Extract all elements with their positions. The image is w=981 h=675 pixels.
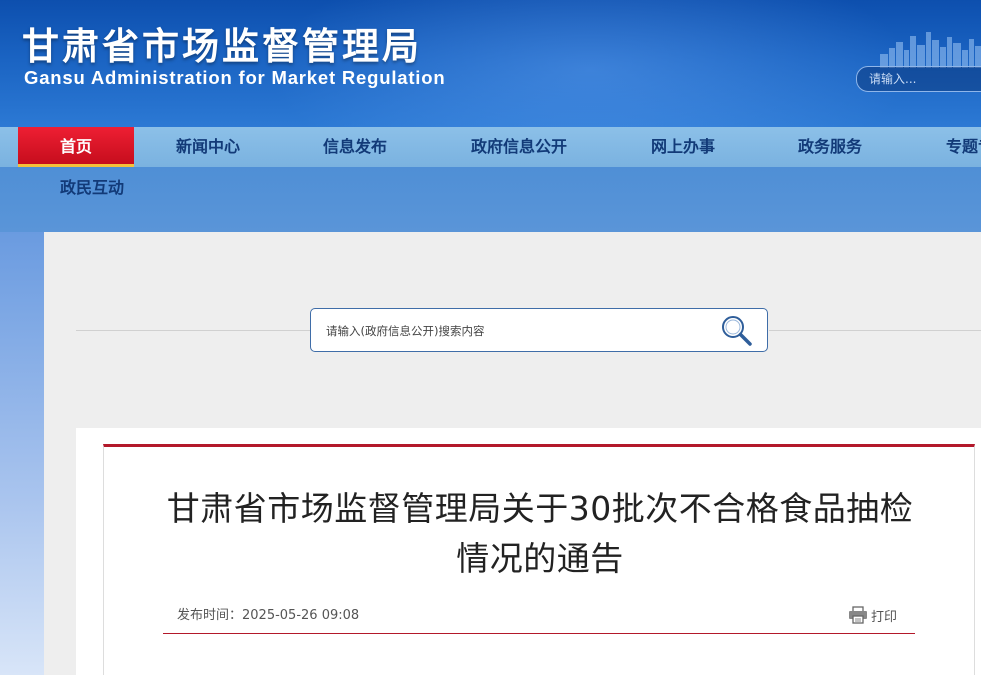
article-title: 甘肃省市场监督管理局关于30批次不合格食品抽检情况的通告 (166, 489, 914, 578)
nav-item-info-release[interactable]: 信息发布 (323, 127, 387, 167)
search-divider-left (76, 330, 310, 331)
secondary-nav-bar (0, 167, 981, 232)
print-button[interactable]: 打印 (848, 605, 897, 625)
nav-item-home[interactable]: 首页 (18, 127, 134, 167)
left-background-strip (0, 232, 44, 675)
site-title-cn[interactable]: 甘肃省市场监督管理局 (22, 16, 422, 70)
nav-item-special-topics[interactable]: 专题专栏 (946, 127, 981, 167)
nav-item-public-interaction[interactable]: 政民互动 (60, 176, 124, 200)
printer-icon (849, 606, 867, 624)
gov-info-search-box[interactable] (310, 308, 768, 352)
nav-item-news-center[interactable]: 新闻中心 (176, 127, 240, 167)
nav-item-gov-info-disclosure[interactable]: 政府信息公开 (471, 127, 567, 167)
print-label: 打印 (871, 609, 898, 625)
header-search-box[interactable] (856, 66, 981, 92)
nav-item-online-services[interactable]: 网上办事 (651, 127, 715, 167)
publish-info: 发布时间：2025-05-26 09:08 (177, 604, 359, 623)
publish-time-value: 2025-05-26 09:08 (242, 608, 360, 623)
publish-time-label: 发布时间： (177, 608, 243, 623)
nav-item-gov-affairs-service[interactable]: 政务服务 (798, 127, 862, 167)
search-divider-right (769, 330, 981, 331)
magnifier-icon[interactable] (719, 313, 755, 349)
city-skyline-graphic (880, 32, 981, 68)
site-header: 甘肃省市场监督管理局 Gansu Administration for Mark… (0, 0, 981, 127)
gov-info-search-input[interactable] (326, 321, 706, 341)
site-title-en: Gansu Administration for Market Regulati… (24, 67, 446, 88)
meta-divider (163, 633, 915, 634)
header-search-input[interactable] (869, 70, 979, 88)
